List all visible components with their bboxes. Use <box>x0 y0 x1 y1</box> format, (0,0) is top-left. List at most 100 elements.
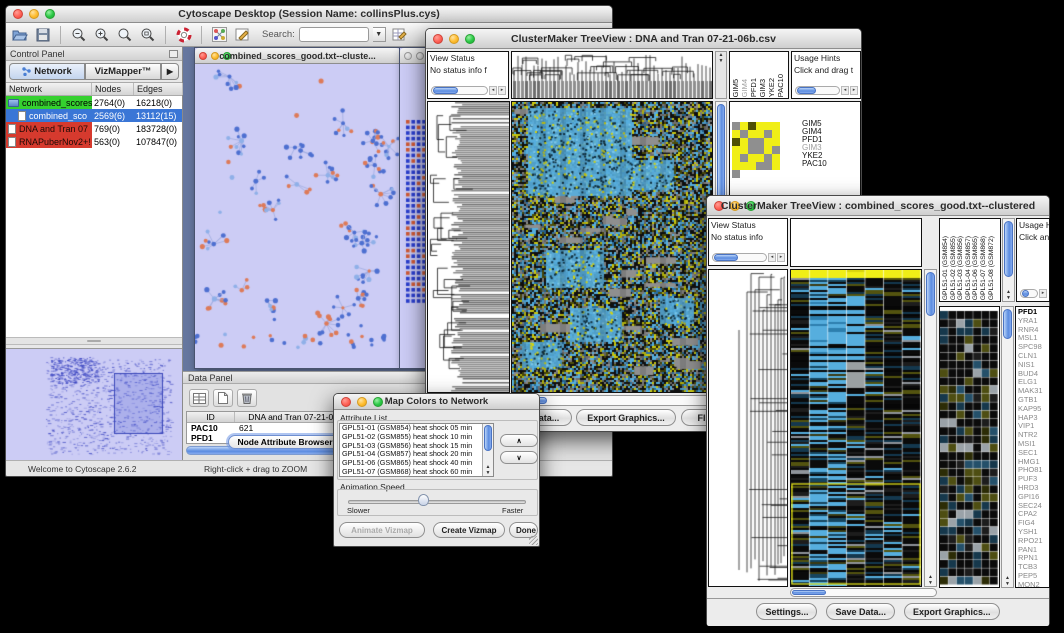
scroll-arrows[interactable]: ▲▼ <box>1002 575 1013 587</box>
tab-network[interactable]: Network <box>9 63 85 80</box>
view-status-scrollbar[interactable]: ◂▸ <box>712 252 785 262</box>
search-input[interactable] <box>299 27 369 42</box>
scroll-right-icon[interactable]: ▸ <box>498 86 506 95</box>
col-edges[interactable]: Edges <box>134 83 183 95</box>
search-dropdown-button[interactable]: ▼ <box>373 27 386 42</box>
new-attribute-icon[interactable] <box>213 389 233 407</box>
zoom-out-icon[interactable] <box>69 25 88 44</box>
dendrogram-scroll-strip[interactable]: ▲▼ <box>715 51 727 99</box>
heatmap-canvas[interactable] <box>791 270 921 586</box>
scroll-left-icon[interactable]: ◂ <box>768 253 776 262</box>
column-label[interactable]: GIM5 <box>732 79 740 97</box>
close-button[interactable] <box>404 52 412 60</box>
col-id[interactable]: ID <box>187 412 235 422</box>
column-label[interactable]: GPL51-06 (GSM865) <box>972 236 980 300</box>
overview-canvas[interactable] <box>6 349 179 461</box>
gene-dendrogram-panel[interactable] <box>427 101 510 393</box>
network-overview-panel[interactable] <box>6 348 182 462</box>
selection-heatmap-panel[interactable] <box>939 306 1000 588</box>
zoom-selected-icon[interactable] <box>115 25 134 44</box>
gene-labels-vscrollbar[interactable]: ▲▼ <box>1001 306 1014 588</box>
row-label[interactable]: PAC10 <box>802 160 827 168</box>
col-nodes[interactable]: Nodes <box>92 83 134 95</box>
gene-dendrogram-canvas[interactable] <box>709 270 787 586</box>
scroll-left-icon[interactable]: ◂ <box>489 86 497 95</box>
usage-hints-scrollbar[interactable]: ▸ <box>1020 288 1047 298</box>
resize-grip[interactable] <box>529 536 538 545</box>
zoom-fit-icon[interactable] <box>138 25 157 44</box>
overview-splitter[interactable] <box>6 338 182 345</box>
column-labels-vscrollbar[interactable]: ▲▼ <box>1002 218 1015 302</box>
heatmap-canvas[interactable] <box>512 102 712 392</box>
treeview2-titlebar[interactable]: ClusterMaker TreeView : combined_scores_… <box>707 196 1049 216</box>
move-up-button[interactable]: ∧ <box>500 434 538 447</box>
network-view-titlebar[interactable]: combined_scores_good.txt--cluste... <box>195 48 400 64</box>
scroll-right-icon[interactable]: ▸ <box>1039 289 1047 298</box>
column-label[interactable]: GPL51-08 (GSM872) <box>988 236 996 300</box>
heatmap-vscrollbar[interactable]: ▲▼ <box>924 269 937 587</box>
speed-slider-track[interactable] <box>348 500 526 504</box>
annotation-icon[interactable] <box>233 25 252 44</box>
minimize-button[interactable] <box>416 52 424 60</box>
main-titlebar[interactable]: Cytoscape Desktop (Session Name: collins… <box>6 6 612 23</box>
treeview2-button[interactable]: Export Graphics... <box>904 603 1000 620</box>
create-vizmap-button[interactable]: Create Vizmap <box>433 522 505 538</box>
column-dendrogram-panel[interactable] <box>790 218 922 267</box>
treeview1-titlebar[interactable]: ClusterMaker TreeView : DNA and Tran 07-… <box>426 29 861 49</box>
node-attribute-browser-button[interactable]: Node Attribute Browser <box>228 435 342 449</box>
heatmap-hscrollbar[interactable] <box>790 588 937 597</box>
gene-label[interactable]: MON2 <box>1018 581 1047 588</box>
gene-dendrogram-panel[interactable] <box>708 269 788 587</box>
treeview2-button[interactable]: Save Data... <box>826 603 895 620</box>
attribute-row[interactable]: PAC10 621 <box>187 423 357 433</box>
column-label[interactable]: PAC10 <box>777 74 785 97</box>
mini-heatmap[interactable] <box>732 122 780 178</box>
treeview1-button[interactable]: Export Graphics... <box>576 409 676 426</box>
attribute-table-icon[interactable] <box>189 389 209 407</box>
move-down-button[interactable]: ∨ <box>500 451 538 464</box>
view-status-scrollbar[interactable]: ◂▸ <box>431 85 506 95</box>
zoom-in-icon[interactable] <box>92 25 111 44</box>
column-dendrogram-panel[interactable] <box>511 51 713 99</box>
network-canvas[interactable] <box>195 64 400 352</box>
scroll-arrows[interactable]: ▲▼ <box>483 464 493 476</box>
animate-vizmap-button[interactable]: Animate Vizmap <box>339 522 425 538</box>
tab-vizmapper[interactable]: VizMapper™ <box>85 63 161 80</box>
column-label[interactable]: GIM4 <box>741 79 749 97</box>
scroll-right-icon[interactable]: ▸ <box>850 86 858 95</box>
usage-hints-scrollbar[interactable]: ◂▸ <box>795 85 858 95</box>
col-network[interactable]: Network <box>6 83 92 95</box>
float-panel-icon[interactable] <box>169 50 178 58</box>
column-label[interactable]: PFD1 <box>750 78 758 97</box>
scroll-arrows[interactable]: ▲▼ <box>925 574 936 586</box>
heatmap-panel[interactable] <box>511 101 713 393</box>
import-table-icon[interactable] <box>390 25 409 44</box>
network-table-row[interactable]: RNAPuberNov2+! 563(0) 107847(0) <box>6 135 182 148</box>
column-label[interactable]: GIM3 <box>759 79 767 97</box>
tab-overflow-button[interactable]: ▶ <box>161 63 179 80</box>
column-label[interactable]: GPL51-07 (GSM868) <box>980 236 988 300</box>
network-table-row[interactable]: combined_scores 2764(0) 16218(0) <box>6 96 182 109</box>
dialog-titlebar[interactable]: Map Colors to Network <box>334 394 539 410</box>
attribute-list-vscrollbar[interactable]: ▲▼ <box>482 424 493 476</box>
attribute-listbox[interactable]: GPL51-01 (GSM854) heat shock 05 minGPL51… <box>339 423 494 477</box>
speed-slider-thumb[interactable] <box>418 494 429 506</box>
network-nodes-icon[interactable] <box>210 25 229 44</box>
network-table-row[interactable]: DNA and Tran 07 769(0) 183728(0) <box>6 122 182 135</box>
column-label[interactable]: GPL51-03 (GSM856) <box>957 236 965 300</box>
scroll-left-icon[interactable]: ◂ <box>841 86 849 95</box>
column-label[interactable]: YKE2 <box>768 78 776 97</box>
network-table-row[interactable]: combined_sco 2569(6) 13112(15) <box>6 109 182 122</box>
gene-dendrogram-canvas[interactable] <box>428 102 509 392</box>
help-lifesaver-icon[interactable] <box>174 25 193 44</box>
delete-attribute-icon[interactable] <box>237 389 257 407</box>
treeview2-button[interactable]: Settings... <box>756 603 817 620</box>
scroll-arrows[interactable]: ▲▼ <box>1003 289 1014 301</box>
column-label[interactable]: GPL51-01 (GSM854) <box>942 236 950 300</box>
save-icon[interactable] <box>33 25 52 44</box>
scroll-right-icon[interactable]: ▸ <box>777 253 785 262</box>
heatmap-panel[interactable] <box>790 269 922 587</box>
attribute-item[interactable]: GPL51-07 (GSM868) heat shock 60 min <box>340 468 493 477</box>
selection-heatmap-canvas[interactable] <box>940 307 999 587</box>
column-dendrogram-canvas[interactable] <box>512 52 712 98</box>
